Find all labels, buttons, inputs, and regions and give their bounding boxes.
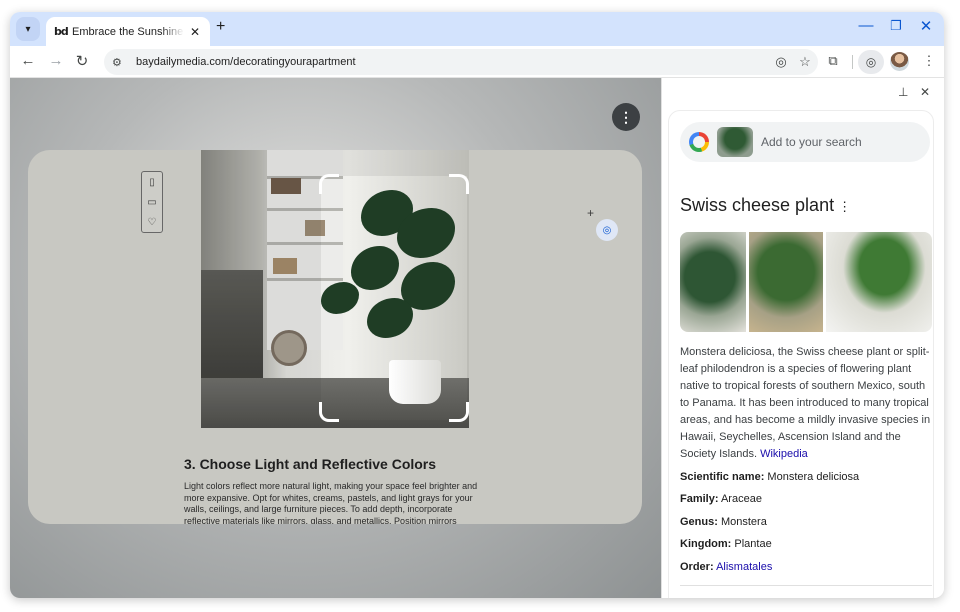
- address-bar[interactable]: ⚙ baydailymedia.com/decoratingyourapartm…: [104, 49, 818, 75]
- more-options-icon[interactable]: ⋮: [838, 199, 851, 214]
- result-title: Swiss cheese plant ⋮: [680, 195, 851, 216]
- comment-icon[interactable]: ▭: [147, 197, 156, 208]
- site-favicon: bd: [54, 25, 69, 38]
- overlay-menu-button[interactable]: ⋮: [612, 103, 640, 131]
- fact-label: Order:: [680, 561, 714, 573]
- close-window-icon[interactable]: ✕: [916, 17, 936, 35]
- photo-books: [273, 258, 297, 274]
- result-image[interactable]: [826, 232, 932, 332]
- url-text: baydailymedia.com/decoratingyourapartmen…: [136, 56, 356, 68]
- toolbar: ← → ↻ ⚙ baydailymedia.com/decoratingyour…: [10, 46, 944, 78]
- photo-fan: [271, 330, 307, 366]
- heart-icon[interactable]: ♡: [148, 217, 157, 228]
- fact-row: Genus: Monstera: [680, 516, 767, 528]
- lens-float-button[interactable]: ◎: [596, 219, 618, 241]
- results-card: Add to your search Swiss cheese plant ⋮ M…: [668, 110, 934, 598]
- reload-icon[interactable]: ↻: [72, 52, 92, 70]
- query-image-thumbnail[interactable]: [717, 127, 753, 157]
- selection-corner[interactable]: [449, 174, 469, 194]
- lens-toolbar-button[interactable]: ◎: [858, 50, 884, 74]
- result-description: Monstera deliciosa, the Swiss cheese pla…: [680, 344, 936, 463]
- search-input[interactable]: Add to your search: [680, 122, 930, 162]
- wikipedia-link[interactable]: Wikipedia: [760, 448, 808, 460]
- minimize-icon[interactable]: —: [856, 17, 876, 34]
- avatar[interactable]: [890, 52, 909, 71]
- article-heading: 3. Choose Light and Reflective Colors: [184, 456, 437, 472]
- search-placeholder: Add to your search: [761, 135, 862, 149]
- tab-active[interactable]: bd Embrace the Sunshine: Decorating your…: [46, 17, 210, 46]
- tab-close-icon[interactable]: ✕: [190, 25, 200, 39]
- close-panel-icon[interactable]: ✕: [920, 85, 930, 99]
- result-image-row: [680, 232, 932, 332]
- fact-row: Scientific name: Monstera deliciosa: [680, 471, 859, 483]
- toolbar-separator: [852, 55, 853, 69]
- bookmark-star-icon[interactable]: ☆: [796, 54, 814, 70]
- more-vert-icon: ⋮: [619, 108, 633, 125]
- result-image[interactable]: [749, 232, 823, 332]
- fact-label: Genus:: [680, 516, 718, 528]
- page-content: ⋮ ▯ ▭ ♡ 3. Choose Light and Reflective C…: [10, 78, 661, 598]
- lens-icon: ◎: [865, 55, 877, 69]
- lens-side-panel: ⊥ ✕ Add to your search Swiss cheese plan…: [661, 78, 944, 598]
- fact-row: Kingdom: Plantae: [680, 538, 772, 550]
- fact-value: Monstera: [720, 516, 767, 528]
- menu-kebab-icon[interactable]: ⋮: [920, 53, 938, 69]
- site-info-icon[interactable]: ⚙: [112, 56, 132, 69]
- tab-strip: ▾ bd Embrace the Sunshine: Decorating yo…: [10, 12, 944, 46]
- fact-row: Order: Alismatales: [680, 561, 772, 573]
- article-body: Light colors reflect more natural light,…: [184, 481, 478, 524]
- fact-value: Plantae: [734, 538, 772, 550]
- fact-value: Araceae: [720, 493, 762, 505]
- order-link[interactable]: Alismatales: [716, 561, 772, 573]
- selection-corner[interactable]: [319, 174, 339, 194]
- chevron-down-icon: ▾: [25, 23, 31, 35]
- google-logo-icon: [689, 132, 709, 152]
- fact-label: Scientific name:: [680, 471, 765, 483]
- description-text: Monstera deliciosa, the Swiss cheese pla…: [680, 346, 931, 460]
- fact-row: Family: Araceae: [680, 493, 762, 505]
- fact-label: Family:: [680, 493, 719, 505]
- lens-icon: ◎: [602, 224, 612, 236]
- tab-search-button[interactable]: ▾: [16, 17, 40, 41]
- lens-selection-frame[interactable]: [319, 174, 469, 422]
- lens-icon[interactable]: ◎: [772, 54, 790, 70]
- fact-value: Monstera deliciosa: [767, 471, 860, 483]
- result-image[interactable]: [680, 232, 746, 332]
- article-card: ▯ ▭ ♡ 3. Choose Light and Reflective Col…: [28, 150, 642, 524]
- back-icon[interactable]: ←: [18, 52, 38, 69]
- new-tab-button[interactable]: +: [216, 18, 225, 36]
- tab-title: Embrace the Sunshine: Decorating your ap…: [72, 25, 184, 38]
- result-title-text: Swiss cheese plant: [680, 195, 835, 215]
- pin-icon[interactable]: ⊥: [898, 85, 908, 99]
- photo-left-furniture: [201, 270, 263, 380]
- article-actions: ▯ ▭ ♡: [141, 171, 163, 233]
- browser-window: ▾ bd Embrace the Sunshine: Decorating yo…: [10, 12, 944, 598]
- photo-books: [271, 178, 301, 194]
- bookmark-icon[interactable]: ▯: [149, 177, 155, 188]
- selection-corner[interactable]: [319, 402, 339, 422]
- restore-icon[interactable]: ❐: [886, 18, 906, 34]
- selection-corner[interactable]: [449, 402, 469, 422]
- crosshair-cursor-icon: +: [587, 206, 595, 220]
- fact-label: Kingdom:: [680, 538, 732, 550]
- divider: [680, 585, 932, 586]
- forward-icon[interactable]: →: [46, 52, 66, 69]
- extensions-icon[interactable]: ⧉: [824, 53, 842, 69]
